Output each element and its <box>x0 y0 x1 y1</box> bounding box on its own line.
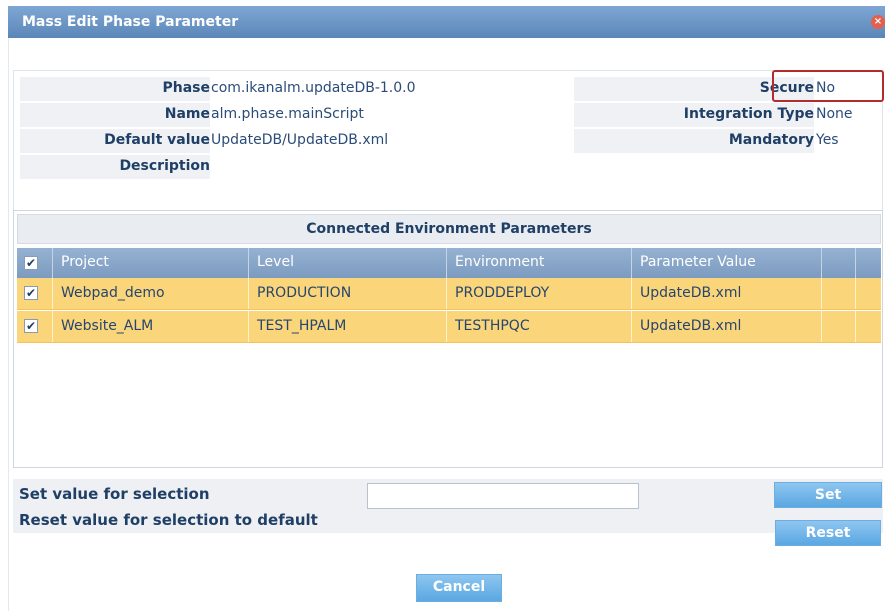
environment-cell: PRODDEPLOY <box>447 278 632 309</box>
level-cell: PRODUCTION <box>249 278 447 309</box>
mandatory-value: Yes <box>816 132 839 148</box>
row-select-cell: ✔ <box>17 278 53 309</box>
selection-actions-panel: Set value for selection Reset value for … <box>13 479 883 533</box>
column-header-level[interactable]: Level <box>249 248 447 278</box>
project-cell: Webpad_demo <box>53 278 249 309</box>
table-row[interactable]: ✔ Website_ALM TEST_HPALM TESTHPQC Update… <box>17 311 881 343</box>
environment-parameters-grid: Connected Environment Parameters ✔ Proje… <box>13 210 883 468</box>
extra-cell <box>822 278 856 309</box>
name-label: Name <box>164 106 210 122</box>
row-select-cell: ✔ <box>17 311 53 342</box>
close-icon[interactable]: × <box>871 15 885 29</box>
mandatory-label-cell: Mandatory <box>574 129 814 153</box>
project-cell: Website_ALM <box>53 311 249 342</box>
reset-button-focus-outline <box>772 70 884 102</box>
level-cell: TEST_HPALM <box>249 311 447 342</box>
reset-value-label: Reset value for selection to default <box>19 511 318 529</box>
description-label-cell: Description <box>20 155 210 179</box>
phase-info-panel: Phase com.ikanalm.updateDB-1.0.0 Name al… <box>13 70 883 232</box>
table-row[interactable]: ✔ Webpad_demo PRODUCTION PRODDEPLOY Upda… <box>17 278 881 310</box>
cancel-button[interactable]: Cancel <box>416 574 502 602</box>
grid-title: Connected Environment Parameters <box>17 214 881 244</box>
set-button[interactable]: Set <box>774 482 882 508</box>
reset-button[interactable]: Reset <box>775 520 881 546</box>
dialog-title: Mass Edit Phase Parameter <box>22 14 239 30</box>
parameter-value-cell: UpdateDB.xml <box>632 311 822 342</box>
select-all-cell: ✔ <box>17 248 53 278</box>
phase-label-cell: Phase <box>20 77 210 101</box>
default-value: UpdateDB/UpdateDB.xml <box>211 132 389 148</box>
name-label-cell: Name <box>20 103 210 127</box>
parameter-value-cell: UpdateDB.xml <box>632 278 822 309</box>
phase-value: com.ikanalm.updateDB-1.0.0 <box>211 80 416 96</box>
environment-cell: TESTHPQC <box>447 311 632 342</box>
column-header-scroll <box>856 248 881 278</box>
dialog-titlebar: Mass Edit Phase Parameter × <box>8 6 885 38</box>
description-label: Description <box>119 158 210 174</box>
default-value-label-cell: Default value <box>20 129 210 153</box>
phase-label: Phase <box>162 80 210 96</box>
select-all-checkbox[interactable]: ✔ <box>24 256 38 270</box>
row-checkbox[interactable]: ✔ <box>24 319 38 333</box>
column-header-extra <box>822 248 856 278</box>
name-value: alm.phase.mainScript <box>211 106 364 122</box>
column-header-project[interactable]: Project <box>53 248 249 278</box>
default-value-label: Default value <box>104 132 210 148</box>
grid-header-row: ✔ Project Level Environment Parameter Va… <box>17 248 881 278</box>
extra-cell <box>822 311 856 342</box>
row-checkbox[interactable]: ✔ <box>24 286 38 300</box>
integration-type-value: None <box>816 106 853 122</box>
integration-type-label: Integration Type <box>683 106 814 122</box>
set-value-label: Set value for selection <box>19 485 210 503</box>
integration-type-label-cell: Integration Type <box>574 103 814 127</box>
set-value-input[interactable] <box>367 483 639 509</box>
dialog-body: Phase com.ikanalm.updateDB-1.0.0 Name al… <box>8 38 885 611</box>
column-header-environment[interactable]: Environment <box>447 248 632 278</box>
column-header-parameter-value[interactable]: Parameter Value <box>632 248 822 278</box>
mandatory-label: Mandatory <box>728 132 814 148</box>
